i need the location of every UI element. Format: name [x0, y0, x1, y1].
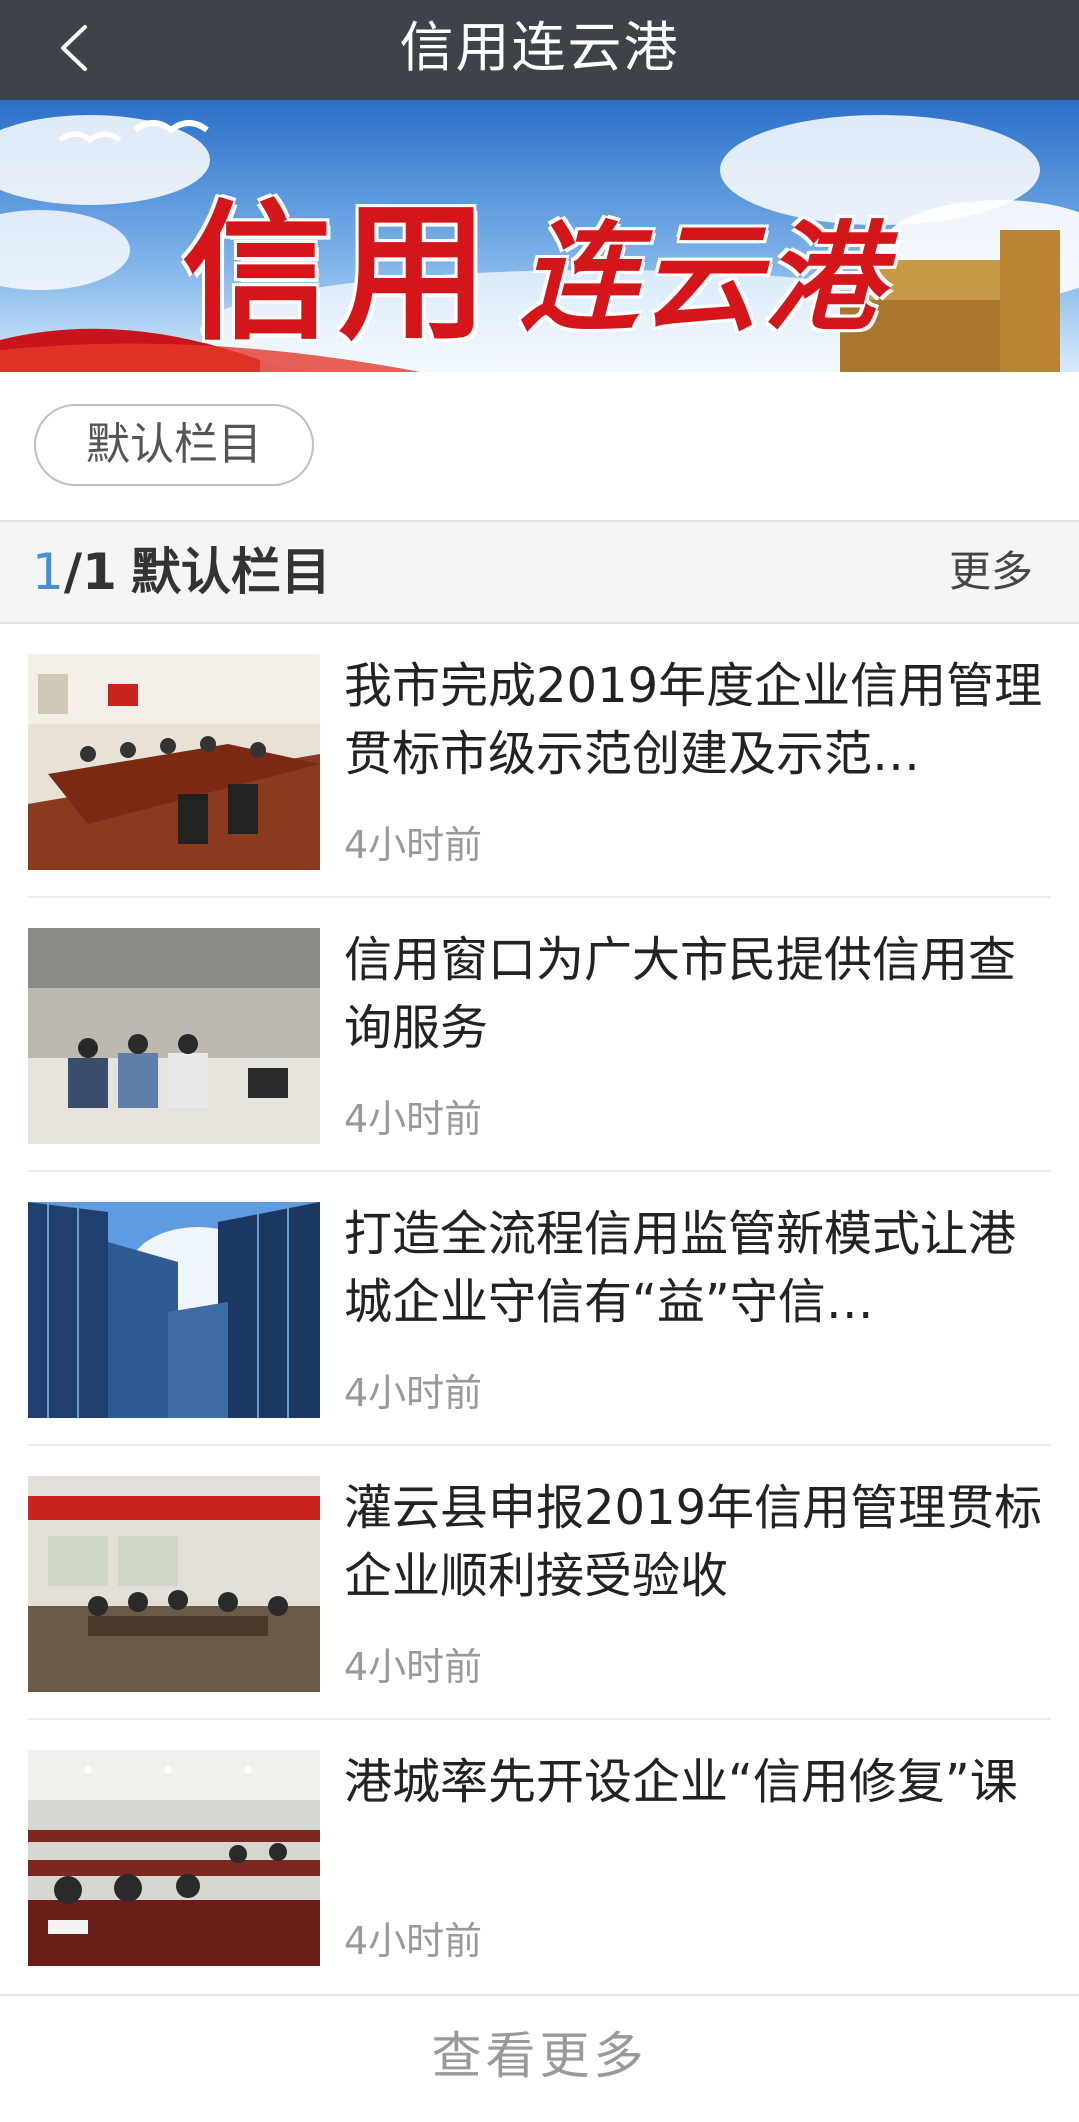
- page-title: 信用连云港: [399, 16, 680, 79]
- section-total-pages: /1: [63, 543, 117, 601]
- news-item[interactable]: 港城率先开设企业“信用修复”课 4小时前: [0, 1720, 1079, 1994]
- load-more-button[interactable]: 查看更多: [0, 1994, 1079, 2122]
- news-item[interactable]: 打造全流程信用监管新模式让港城企业守信有“益”守信… 4小时前: [0, 1172, 1079, 1446]
- news-time: 4小时前: [344, 1371, 483, 1415]
- news-time: 4小时前: [344, 1919, 483, 1963]
- more-link[interactable]: 更多: [949, 522, 1033, 622]
- news-item[interactable]: 我市完成2019年度企业信用管理贯标市级示范创建及示范… 4小时前: [0, 624, 1079, 898]
- news-time: 4小时前: [344, 1645, 483, 1689]
- section-current-page: 1: [32, 543, 64, 601]
- banner-title-sub: 连云港: [520, 208, 887, 347]
- news-title: 打造全流程信用监管新模式让港城企业守信有“益”守信…: [344, 1206, 1017, 1330]
- banner-title-main: 信用: [182, 185, 495, 361]
- news-title: 信用窗口为广大市民提供信用查询服务: [344, 932, 1017, 1056]
- news-thumbnail: [28, 1750, 320, 1966]
- news-item[interactable]: 灌云县申报2019年信用管理贯标企业顺利接受验收 4小时前: [0, 1446, 1079, 1720]
- news-list: 我市完成2019年度企业信用管理贯标市级示范创建及示范… 4小时前 信用窗口为广…: [0, 624, 1079, 1994]
- category-tab-default[interactable]: 默认栏目: [34, 404, 314, 486]
- section-pagination: 1/1 默认栏目: [32, 522, 331, 622]
- news-time: 4小时前: [344, 823, 483, 867]
- section-title: 默认栏目: [130, 543, 331, 601]
- news-item[interactable]: 信用窗口为广大市民提供信用查询服务 4小时前: [0, 898, 1079, 1172]
- news-title: 我市完成2019年度企业信用管理贯标市级示范创建及示范…: [344, 658, 1043, 782]
- section-header: 1/1 默认栏目 更多: [0, 520, 1079, 624]
- news-thumbnail: [28, 654, 320, 870]
- news-thumbnail: [28, 1476, 320, 1692]
- news-thumbnail: [28, 1202, 320, 1418]
- news-title: 港城率先开设企业“信用修复”课: [344, 1754, 1018, 1810]
- top-navbar: 信用连云港: [0, 0, 1079, 100]
- banner-image: 信用 连云港: [0, 100, 1079, 372]
- category-bar: 默认栏目: [0, 372, 1079, 520]
- news-thumbnail: [28, 928, 320, 1144]
- news-time: 4小时前: [344, 1097, 483, 1141]
- news-title: 灌云县申报2019年信用管理贯标企业顺利接受验收: [344, 1480, 1043, 1604]
